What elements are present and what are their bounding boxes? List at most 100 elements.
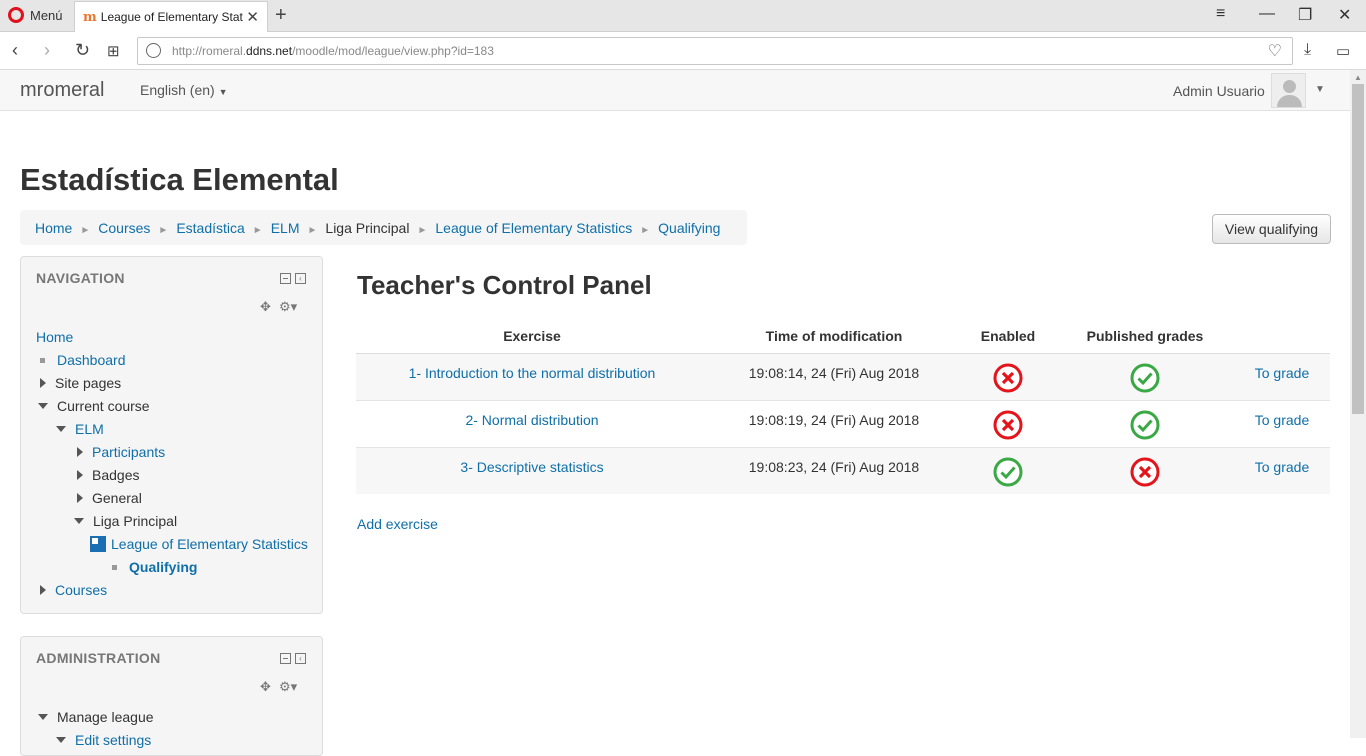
nav-item-label[interactable]: General (92, 490, 142, 506)
to-grade-link[interactable]: To grade (1255, 459, 1309, 475)
nav-item-elm[interactable]: ELM (56, 421, 104, 437)
bookmark-heart-icon[interactable]: ♡ (1268, 41, 1282, 61)
nav-item-home[interactable]: Home (36, 329, 73, 345)
scroll-thumb[interactable] (1352, 84, 1364, 414)
reload-icon[interactable]: ↻ (75, 40, 90, 61)
nav-item-league[interactable]: League of Elementary Statistics (90, 536, 308, 552)
user-name[interactable]: Admin Usuario (1173, 83, 1265, 99)
minimize-icon[interactable]: — (1259, 5, 1275, 23)
site-brand[interactable]: mromeral (20, 79, 104, 102)
gear-icon[interactable]: ⚙▾ (279, 299, 297, 315)
nav-item-general[interactable]: General (77, 490, 142, 506)
add-exercise-link[interactable]: Add exercise (357, 516, 438, 532)
cross-icon[interactable] (993, 363, 1023, 396)
nav-item-site-pages[interactable]: Site pages (40, 375, 121, 391)
move-icon[interactable]: ✥ (260, 299, 271, 315)
breadcrumb-qualifying[interactable]: Qualifying (658, 220, 720, 236)
expand-icon[interactable] (77, 470, 83, 480)
back-icon[interactable]: ‹ (12, 40, 18, 61)
nav-item-courses[interactable]: Courses (40, 582, 107, 598)
action-cell: To grade (1234, 399, 1330, 447)
nav-item-dashboard[interactable]: Dashboard (38, 352, 126, 368)
cross-icon[interactable] (993, 410, 1023, 443)
breadcrumb-courses[interactable]: Courses (98, 220, 150, 236)
nav-item-label[interactable]: Badges (92, 467, 139, 483)
nav-item-current-course[interactable]: Current course (38, 398, 150, 414)
minimize-block-icon[interactable] (280, 653, 291, 664)
dock-block-icon[interactable]: ‹ (295, 653, 306, 664)
exercise-link[interactable]: 1- Introduction to the normal distributi… (409, 365, 656, 381)
expand-icon[interactable] (40, 585, 46, 595)
language-menu[interactable]: English (en) ▼ (140, 82, 228, 98)
admin-item-manage-league[interactable]: Manage league (38, 709, 154, 725)
cross-icon[interactable] (1130, 457, 1160, 490)
nav-item-participants[interactable]: Participants (77, 444, 165, 460)
nav-item-label[interactable]: Home (36, 329, 73, 345)
dock-block-icon[interactable]: ‹ (295, 273, 306, 284)
nav-item-label[interactable]: Dashboard (57, 352, 126, 368)
nav-item-label[interactable]: ELM (75, 421, 104, 437)
exercise-link[interactable]: 2- Normal distribution (465, 412, 598, 428)
language-label: English (en) (140, 82, 215, 98)
gear-icon[interactable]: ⚙▾ (279, 679, 297, 695)
forward-icon[interactable]: › (44, 40, 50, 61)
scroll-up-icon[interactable]: ▲ (1354, 73, 1362, 82)
admin-item-edit-settings[interactable]: Edit settings (56, 732, 151, 748)
expand-icon[interactable] (40, 378, 46, 388)
to-grade-link[interactable]: To grade (1255, 365, 1309, 381)
column-header (1234, 320, 1330, 354)
page-scrollbar[interactable]: ▲ (1350, 70, 1366, 738)
collapse-icon[interactable] (38, 403, 48, 409)
minimize-block-icon[interactable] (280, 273, 291, 284)
restore-icon[interactable]: ❐ (1298, 5, 1312, 25)
opera-menu-button[interactable]: Menú (8, 7, 63, 23)
user-menu-caret-icon[interactable]: ▼ (1315, 84, 1325, 95)
nav-item-badges[interactable]: Badges (77, 467, 139, 483)
published-cell (1056, 446, 1234, 494)
nav-item-qualifying[interactable]: Qualifying (110, 559, 197, 575)
collapse-icon[interactable] (56, 426, 66, 432)
collapse-icon[interactable] (74, 518, 84, 524)
download-icon[interactable]: ⤓ (1304, 41, 1311, 59)
new-tab-icon[interactable]: + (275, 4, 287, 27)
exercise-link[interactable]: 3- Descriptive statistics (460, 459, 603, 475)
avatar[interactable] (1271, 73, 1306, 108)
moodle-navbar: mromeral English (en) ▼ Admin Usuario ▼ (0, 70, 1350, 111)
nav-item-label[interactable]: Participants (92, 444, 165, 460)
admin-item-label[interactable]: Edit settings (75, 732, 151, 748)
expand-icon[interactable] (77, 447, 83, 457)
browser-tab[interactable]: m League of Elementary Statistics ✕ (74, 1, 268, 32)
check-icon[interactable] (1130, 410, 1160, 443)
url-input[interactable]: http://romeral. ddns.net/moodle/mod/leagu… (137, 37, 1293, 65)
breadcrumb-league[interactable]: League of Elementary Statistics (435, 220, 632, 236)
block-title: NAVIGATION (36, 270, 125, 286)
bullet-icon (40, 357, 45, 363)
view-qualifying-button[interactable]: View qualifying (1212, 214, 1331, 244)
breadcrumb-home[interactable]: Home (35, 220, 72, 236)
table-row: 3- Descriptive statistics 19:08:23, 24 (F… (356, 446, 1330, 494)
time-cell: 19:08:23, 24 (Fri) Aug 2018 (708, 446, 960, 494)
battery-icon[interactable]: ▭ (1336, 42, 1350, 60)
nav-item-label[interactable]: Qualifying (129, 559, 197, 575)
admin-item-label[interactable]: Manage league (57, 709, 154, 725)
speed-dial-icon[interactable]: ⊞ (107, 42, 120, 60)
collapse-icon[interactable] (38, 714, 48, 720)
to-grade-link[interactable]: To grade (1255, 412, 1309, 428)
navigation-block: NAVIGATION ‹ ✥ ⚙▾ Home Dashboard Site pa… (20, 256, 323, 614)
check-icon[interactable] (1130, 363, 1160, 396)
column-header: Time of modification (708, 320, 960, 354)
close-window-icon[interactable]: ✕ (1338, 5, 1351, 25)
nav-item-label[interactable]: Courses (55, 582, 107, 598)
nav-item-label[interactable]: Current course (57, 398, 150, 414)
nav-item-label[interactable]: Site pages (55, 375, 121, 391)
tab-menu-icon[interactable]: ≡ (1216, 5, 1225, 23)
nav-item-liga-principal[interactable]: Liga Principal (74, 513, 177, 529)
nav-item-label[interactable]: Liga Principal (93, 513, 177, 529)
close-tab-icon[interactable]: ✕ (246, 8, 259, 26)
check-icon[interactable] (993, 457, 1023, 490)
breadcrumb-elm[interactable]: ELM (271, 220, 300, 236)
nav-item-label[interactable]: League of Elementary Statistics (111, 536, 308, 552)
breadcrumb-estadistica[interactable]: Estadística (176, 220, 244, 236)
move-icon[interactable]: ✥ (260, 679, 271, 695)
expand-icon[interactable] (77, 493, 83, 503)
